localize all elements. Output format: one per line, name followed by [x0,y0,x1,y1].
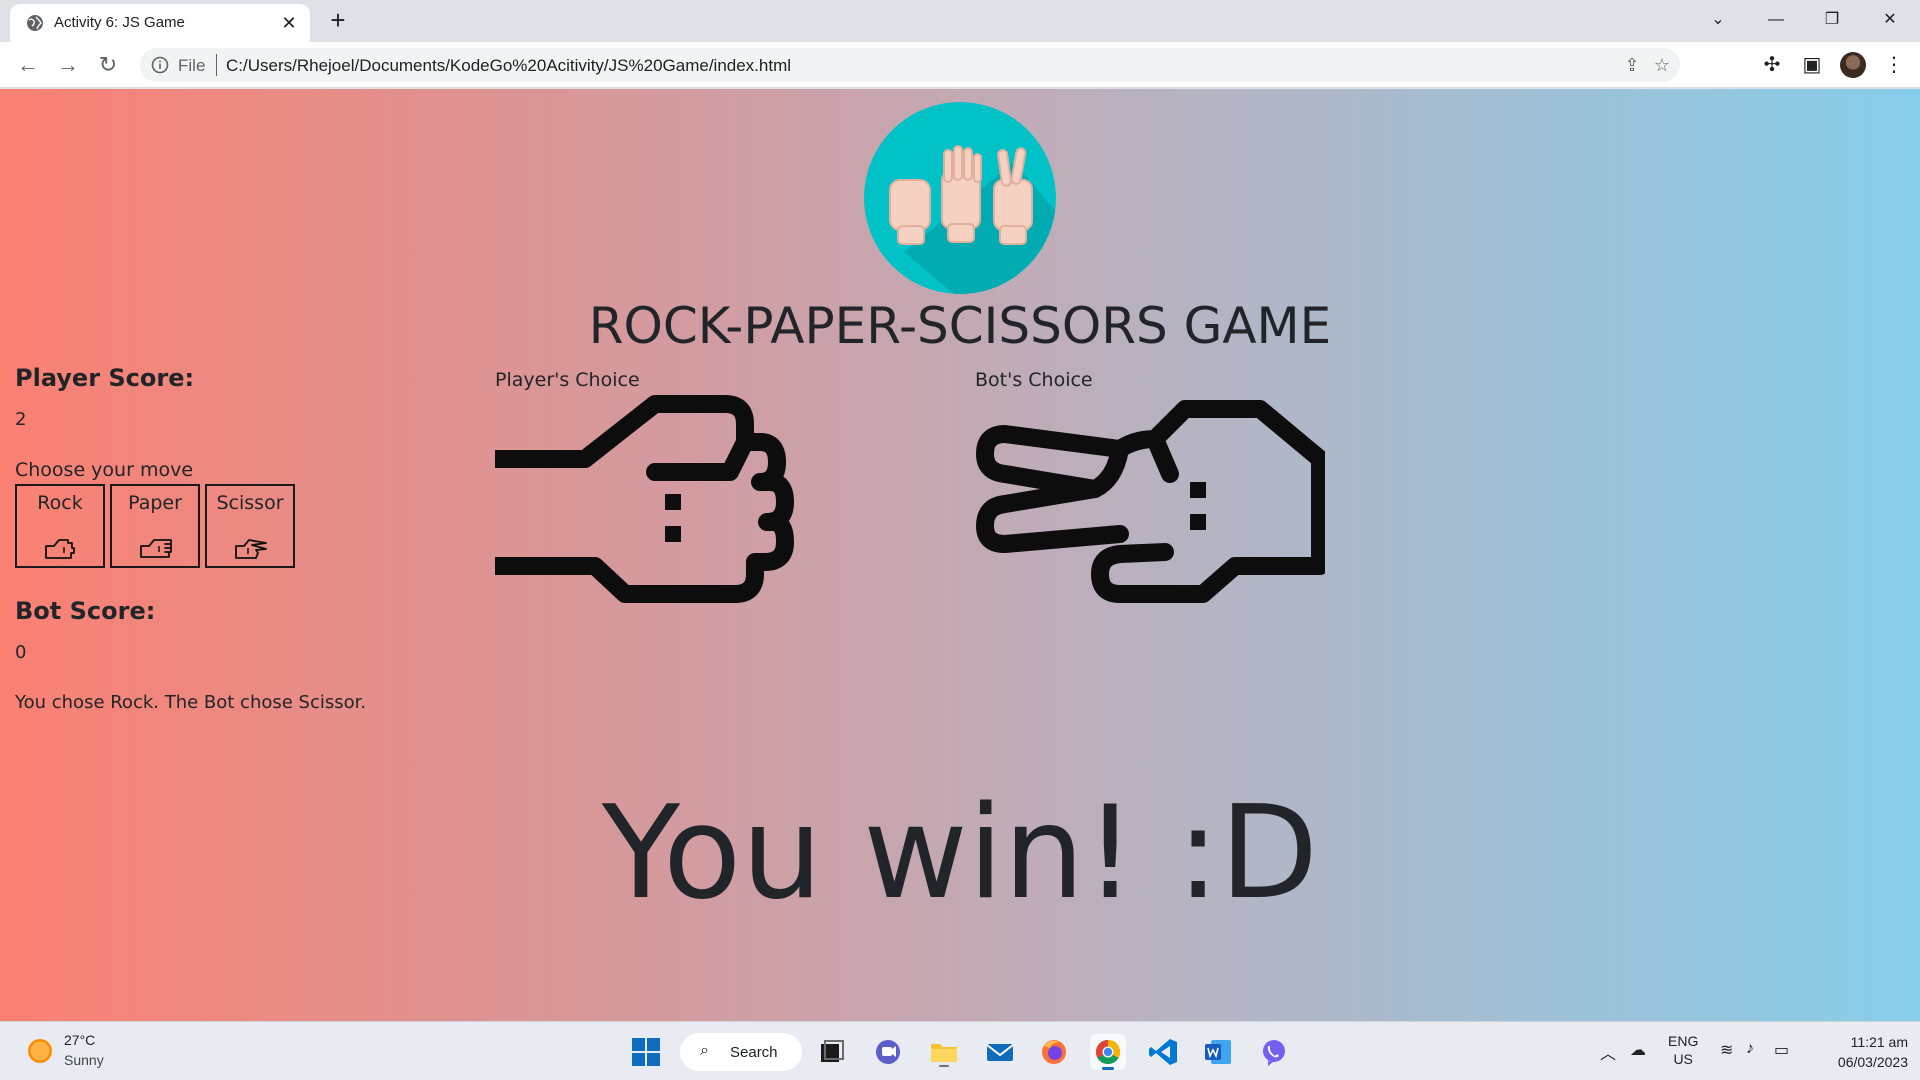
mail-icon[interactable] [982,1034,1018,1070]
weather-temperature[interactable]: 27°C [64,1032,95,1048]
tab-search-chevron-icon[interactable]: ⌄ [1696,6,1740,34]
search-icon: ⌕ [700,1042,709,1059]
tray-chevron-icon[interactable]: ︿ [1600,1040,1616,1064]
file-explorer-icon[interactable] [926,1034,962,1070]
taskbar-search-box[interactable]: ⌕ Search [680,1033,802,1071]
restore-button[interactable]: ❐ [1810,6,1854,34]
windows-taskbar: 27°C Sunny ⌕ Search ︿ ☁ ENG US ≋ ♪ ▭ 11:… [0,1021,1920,1080]
side-panel-icon[interactable]: ▣ [1800,53,1824,77]
player-choice-label: Player's Choice [495,369,640,391]
game-page: ROCK-PAPER-SCISSORS GAME Player Score: 2… [0,89,1920,1021]
tab-title: Activity 6: JS Game [54,14,185,31]
bookmark-star-icon[interactable]: ☆ [1652,55,1672,75]
scissor-button-label: Scissor [216,492,284,514]
volume-icon[interactable]: ♪ [1746,1040,1754,1058]
file-label: File [178,56,206,75]
page-title: ROCK-PAPER-SCISSORS GAME [588,297,1332,355]
weather-condition[interactable]: Sunny [64,1052,104,1068]
windows-start-icon[interactable] [628,1034,664,1070]
player-choice-rock-icon [495,395,794,603]
result-message: You chose Rock. The Bot chose Scissor. [15,692,367,713]
forward-arrow-icon[interactable]: → [54,51,82,79]
firefox-icon[interactable] [1036,1034,1072,1070]
extensions-puzzle-icon[interactable]: ✣ [1760,53,1784,77]
profile-avatar[interactable] [1840,52,1866,78]
browser-tab[interactable]: Activity 6: JS Game ✕ [10,4,310,42]
viber-icon[interactable] [1256,1034,1292,1070]
player-score-label: Player Score: [15,364,195,392]
taskbar-search-label: Search [730,1044,778,1061]
teams-chat-icon[interactable] [870,1034,906,1070]
close-window-button[interactable]: ✕ [1868,6,1912,34]
rock-hand-icon [45,539,75,559]
chrome-taskbar-button[interactable] [1090,1034,1126,1070]
rps-logo-icon [864,102,1056,294]
sun-icon[interactable] [28,1039,52,1063]
share-icon[interactable]: ⇪ [1622,55,1642,75]
word-icon[interactable] [1200,1034,1236,1070]
taskbar-clock[interactable]: 11:21 am 06/03/2023 [1808,1032,1908,1072]
player-score-value: 2 [15,409,27,430]
url-text[interactable]: C:/Users/Rhejoel/Documents/KodeGo%20Acit… [226,56,791,76]
scissor-hand-icon [235,539,267,559]
outcome-text: You win! :D [601,779,1319,928]
rock-button[interactable]: Rock [15,484,105,568]
language-code: ENG [1668,1033,1699,1049]
minimize-button[interactable]: — [1754,6,1798,34]
globe-icon [27,15,43,31]
bot-score-label: Bot Score: [15,597,156,625]
browser-toolbar: ← → ↻ File C:/Users/Rhejoel/Documents/Ko… [0,42,1920,88]
address-bar[interactable]: File C:/Users/Rhejoel/Documents/KodeGo%2… [140,48,1680,82]
paper-button[interactable]: Paper [110,484,200,568]
battery-icon[interactable]: ▭ [1774,1040,1789,1060]
info-icon[interactable] [150,55,170,75]
onedrive-cloud-icon[interactable]: ☁ [1630,1040,1646,1060]
wifi-icon[interactable]: ≋ [1720,1040,1733,1060]
more-menu-icon[interactable]: ⋮ [1882,53,1906,77]
paper-button-label: Paper [128,492,182,514]
rock-button-label: Rock [37,492,83,514]
tab-close-icon[interactable]: ✕ [278,12,300,34]
bot-choice-label: Bot's Choice [975,369,1093,391]
back-arrow-icon[interactable]: ← [14,51,42,79]
scissor-button[interactable]: Scissor [205,484,295,568]
paper-hand-icon [140,539,172,558]
clock-time: 11:21 am [1850,1034,1908,1050]
vscode-icon[interactable] [1146,1034,1182,1070]
new-tab-button[interactable]: + [324,7,352,35]
address-separator [216,54,217,76]
task-view-icon[interactable] [814,1034,850,1070]
reload-icon[interactable]: ↻ [94,51,122,79]
clock-date: 06/03/2023 [1837,1054,1908,1070]
bot-choice-scissor-icon [976,400,1325,603]
choose-move-label: Choose your move [15,459,194,481]
tab-strip: Activity 6: JS Game ✕ + ⌄ — ❐ ✕ [0,0,1920,42]
language-indicator[interactable]: ENG US [1668,1032,1698,1068]
bot-score-value: 0 [15,642,27,663]
language-region: US [1673,1051,1693,1067]
chrome-icon [1095,1040,1121,1070]
